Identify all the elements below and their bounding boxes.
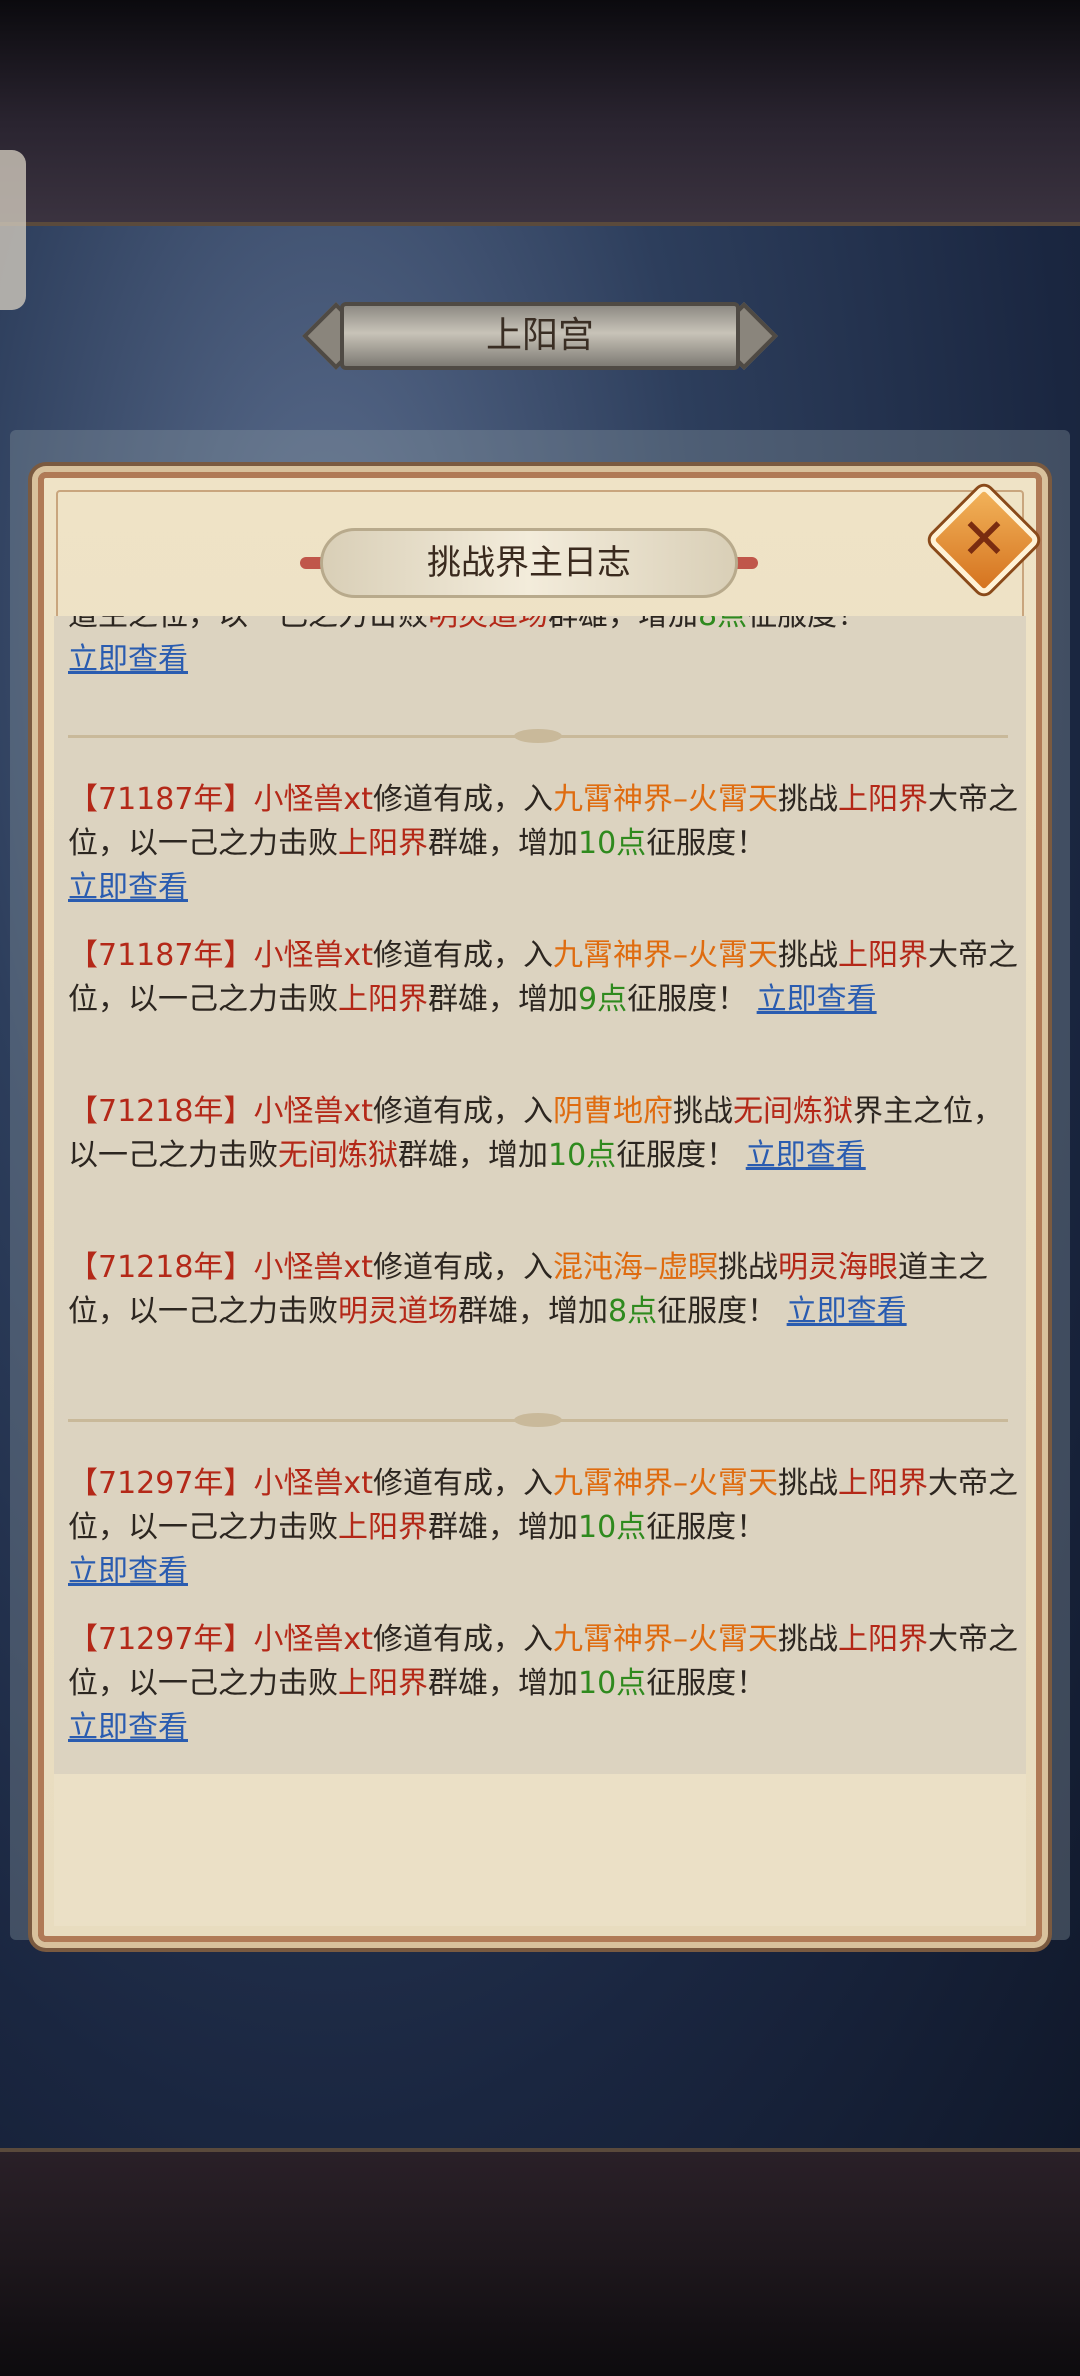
view-now-link[interactable]: 立即查看: [787, 1294, 907, 1329]
entry-text: 征服度！: [627, 982, 748, 1017]
entry-text: 征服度！: [646, 826, 767, 861]
entry-domain: 上阳界: [837, 938, 928, 973]
entry-defeated: 明灵道场: [428, 616, 548, 633]
entry-year: 【71218年】: [68, 1094, 254, 1129]
entry-text: 修道有成，入: [372, 1094, 553, 1129]
entry-domain: 上阳界: [837, 1622, 928, 1657]
entry-text: 征服度！: [646, 1510, 767, 1545]
entry-player: 小怪兽xt: [253, 782, 373, 817]
entry-defeated: 上阳界: [338, 1510, 428, 1545]
side-pull-tab[interactable]: [0, 150, 26, 310]
log-entry: 【71218年】小怪兽xt修道有成，入混沌海–虚瞑挑战明灵海眼道主之位，以一己之…: [68, 1246, 1018, 1334]
bottom-backdrop: [0, 2150, 1080, 2376]
top-divider: [0, 222, 1080, 226]
entry-realm: 混沌海–虚瞑: [552, 1250, 718, 1285]
entry-defeated: 上阳界: [338, 1666, 428, 1701]
entry-text: 群雄，增加: [548, 616, 698, 633]
entry-year: 【71187年】: [68, 782, 254, 817]
entry-realm: 阴曹地府: [552, 1094, 673, 1129]
entry-text: 群雄，增加: [428, 826, 578, 861]
entry-text: 修道有成，入: [372, 938, 553, 973]
entry-points: 10点: [578, 1666, 647, 1701]
entry-points: 10点: [578, 826, 647, 861]
entry-defeated: 明灵道场: [338, 1294, 458, 1329]
palace-title-banner: 上阳宫: [300, 298, 780, 374]
entry-domain: 上阳界: [837, 1466, 928, 1501]
entry-text: 群雄，增加: [428, 982, 578, 1017]
entry-player: 小怪兽xt: [253, 1250, 373, 1285]
entry-year: 【71297年】: [68, 1622, 254, 1657]
entry-year: 【71187年】: [68, 938, 254, 973]
dialog-empty-footer: [54, 1774, 1026, 1926]
bottom-divider: [0, 2148, 1080, 2152]
view-now-link[interactable]: 立即查看: [68, 1710, 188, 1745]
entry-text: 征服度！: [657, 1294, 778, 1329]
entry-text: 修道有成，入: [372, 1250, 553, 1285]
entry-text: 挑战: [777, 938, 838, 973]
view-now-link[interactable]: 立即查看: [68, 1554, 188, 1589]
entry-domain: 无间炼狱: [732, 1094, 853, 1129]
entry-domain: 上阳界: [837, 782, 928, 817]
view-now-link[interactable]: 立即查看: [68, 870, 188, 905]
log-entry: 【71297年】小怪兽xt修道有成，入九霄神界–火霄天挑战上阳界大帝之位，以一己…: [68, 1462, 1018, 1594]
entry-player: 小怪兽xt: [253, 1094, 373, 1129]
log-entry: 【71297年】小怪兽xt修道有成，入九霄神界–火霄天挑战上阳界大帝之位，以一己…: [68, 1618, 1018, 1750]
entry-realm: 九霄神界–火霄天: [552, 1466, 778, 1501]
divider-ornament: [514, 729, 562, 743]
challenge-log-list[interactable]: 道主之位，以一己之力击败明灵道场群雄，增加8点征服度！ 立即查看 【71187年…: [54, 616, 1026, 1774]
divider-ornament: [514, 1413, 562, 1427]
log-entry: 【71218年】小怪兽xt修道有成，入阴曹地府挑战无间炼狱界主之位，以一己之力击…: [68, 1090, 1018, 1178]
log-entry-partial: 道主之位，以一己之力击败明灵道场群雄，增加8点征服度！ 立即查看: [68, 616, 1018, 682]
entry-text: 群雄，增加: [428, 1510, 578, 1545]
top-backdrop: [0, 0, 1080, 225]
log-entry: 【71187年】小怪兽xt修道有成，入九霄神界–火霄天挑战上阳界大帝之位，以一己…: [68, 934, 1018, 1022]
entry-player: 小怪兽xt: [253, 1622, 373, 1657]
entry-text: 挑战: [777, 1622, 838, 1657]
entry-text: 征服度！: [747, 616, 867, 633]
entry-points: 10点: [548, 1138, 617, 1173]
entry-defeated: 上阳界: [338, 826, 428, 861]
entry-year: 【71218年】: [68, 1250, 254, 1285]
entry-defeated: 无间炼狱: [278, 1138, 398, 1173]
entry-text: 挑战: [672, 1094, 733, 1129]
entry-text: 修道有成，入: [372, 1622, 553, 1657]
entry-realm: 九霄神界–火霄天: [552, 1622, 778, 1657]
dialog-title: 挑战界主日志: [427, 543, 631, 583]
entry-player: 小怪兽xt: [253, 938, 373, 973]
log-entry: 【71187年】小怪兽xt修道有成，入九霄神界–火霄天挑战上阳界大帝之位，以一己…: [68, 778, 1018, 910]
dialog-title-plaque: 挑战界主日志: [300, 528, 758, 598]
entry-year: 【71297年】: [68, 1466, 254, 1501]
entry-text: 征服度！: [616, 1138, 737, 1173]
entry-realm: 九霄神界–火霄天: [552, 938, 778, 973]
palace-title: 上阳宫: [485, 315, 594, 356]
view-now-link[interactable]: 立即查看: [757, 982, 877, 1017]
entry-text: 挑战: [777, 1466, 838, 1501]
entry-text: 群雄，增加: [428, 1666, 578, 1701]
view-now-link[interactable]: 立即查看: [746, 1138, 866, 1173]
entry-points: 9点: [578, 982, 628, 1017]
entry-text: 征服度！: [646, 1666, 767, 1701]
entry-points: 8点: [698, 616, 747, 633]
entry-domain: 明灵海眼: [777, 1250, 898, 1285]
entry-realm: 九霄神界–火霄天: [552, 782, 778, 817]
entry-text: 道主之位，以一己之力击败: [68, 616, 428, 633]
close-icon[interactable]: ✕: [944, 500, 1024, 580]
entry-player: 小怪兽xt: [253, 1466, 373, 1501]
entry-text: 群雄，增加: [458, 1294, 608, 1329]
entry-text: 修道有成，入: [372, 1466, 553, 1501]
entry-points: 8点: [608, 1294, 658, 1329]
entry-defeated: 上阳界: [338, 982, 428, 1017]
entry-text: 挑战: [717, 1250, 778, 1285]
view-now-link[interactable]: 立即查看: [68, 642, 188, 677]
entry-text: 群雄，增加: [398, 1138, 548, 1173]
entry-points: 10点: [578, 1510, 647, 1545]
entry-text: 挑战: [777, 782, 838, 817]
entry-text: 修道有成，入: [372, 782, 553, 817]
